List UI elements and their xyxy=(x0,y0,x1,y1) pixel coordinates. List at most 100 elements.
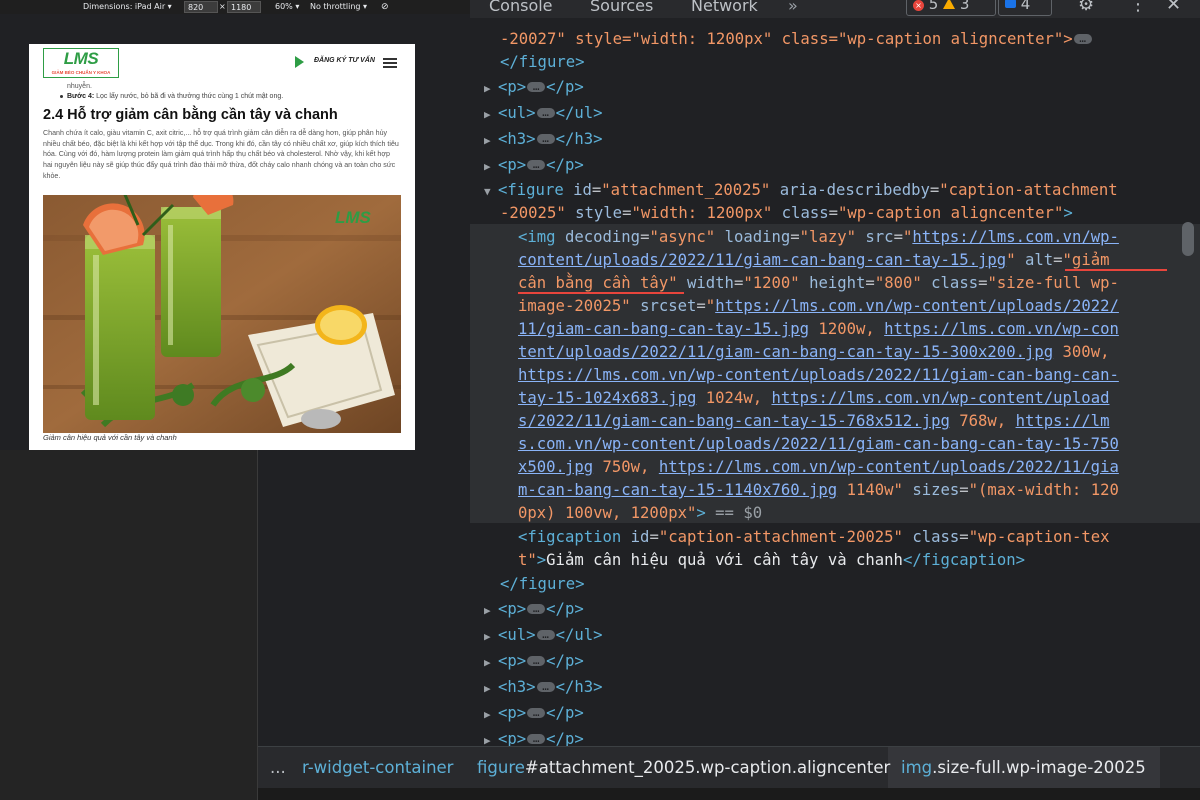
rotate-icon[interactable]: ⊘ xyxy=(381,0,389,14)
src-link[interactable]: https://lms.com.vn/wp- xyxy=(912,228,1119,246)
expand-triangle-icon[interactable]: ▶ xyxy=(484,129,498,152)
code-line[interactable]: tent/uploads/2022/11/giam-can-bang-can-t… xyxy=(518,341,1109,364)
collapsed-ellipsis[interactable] xyxy=(536,675,555,698)
tab-console[interactable]: Console xyxy=(489,0,553,15)
throttling-select[interactable]: No throttling ▾ xyxy=(310,0,367,14)
expand-triangle-icon[interactable]: ▶ xyxy=(484,77,498,100)
collapsed-ellipsis[interactable] xyxy=(527,597,546,620)
src-link[interactable]: content/uploads/2022/11/giam-can-bang-ca… xyxy=(518,251,1006,269)
srcset-link[interactable]: https://lms.com.vn/wp-content/uploads/20… xyxy=(518,366,1119,384)
code-line[interactable]: https://lms.com.vn/wp-content/uploads/20… xyxy=(518,364,1119,387)
expand-triangle-icon[interactable]: ▶ xyxy=(484,103,498,126)
expand-triangle-icon[interactable]: ▶ xyxy=(484,729,498,746)
code-line[interactable]: m-can-bang-can-tay-15-1140x760.jpg 1140w… xyxy=(518,479,1119,502)
code-line[interactable]: ▶<h3></h3> xyxy=(484,675,603,700)
breadcrumb-figure[interactable]: figure#attachment_20025.wp-caption.align… xyxy=(477,758,890,777)
collapsed-ellipsis[interactable] xyxy=(527,727,546,746)
code-line[interactable]: ▶<p></p> xyxy=(484,727,584,746)
expand-triangle-icon[interactable]: ▶ xyxy=(484,155,498,178)
tab-sources[interactable]: Sources xyxy=(590,0,653,15)
srcset-link[interactable]: https://lms.com.vn/wp-con xyxy=(884,320,1119,338)
device-select[interactable]: Dimensions: iPad Air ▾ xyxy=(83,0,172,14)
attr-name: sizes xyxy=(912,481,960,499)
code-line[interactable]: image-20025" srcset="https://lms.com.vn/… xyxy=(518,295,1119,318)
srcset-link[interactable]: https://lm xyxy=(1016,412,1110,430)
expand-triangle-icon[interactable]: ▶ xyxy=(484,599,498,622)
expand-triangle-icon[interactable]: ▶ xyxy=(484,625,498,648)
expand-triangle-icon[interactable]: ▶ xyxy=(484,651,498,674)
hamburger-menu-icon[interactable] xyxy=(383,58,397,68)
code-line[interactable]: </figure> xyxy=(500,573,585,596)
bullet-dot xyxy=(60,95,63,98)
code-line[interactable]: ▶<p></p> xyxy=(484,649,584,674)
page-preview[interactable]: LMS GIẢM BÉO CHUẨN Y KHOA ĐĂNG KÝ TƯ VẤN… xyxy=(29,44,415,450)
srcset-link[interactable]: x500.jpg xyxy=(518,458,593,476)
code-line[interactable]: -20027" style="width: 1200px" class="wp-… xyxy=(500,27,1093,51)
srcset-link[interactable]: tent/uploads/2022/11/giam-can-bang-can-t… xyxy=(518,343,1053,361)
code-line[interactable]: <img decoding="async" loading="lazy" src… xyxy=(518,226,1119,249)
dom-breadcrumb: ... r-widget-container figure#attachment… xyxy=(258,746,1200,789)
code-line[interactable]: ▶<p></p> xyxy=(484,701,584,726)
code-line[interactable]: ▶<p></p> xyxy=(484,75,584,100)
srcset-link[interactable]: 11/giam-can-bang-can-tay-15.jpg xyxy=(518,320,809,338)
tag-name: h3 xyxy=(574,130,594,148)
code-line[interactable]: content/uploads/2022/11/giam-can-bang-ca… xyxy=(518,249,1110,272)
code-line[interactable]: 11/giam-can-bang-can-tay-15.jpg 1200w, h… xyxy=(518,318,1119,341)
code-line[interactable]: <figcaption id="caption-attachment-20025… xyxy=(518,526,1110,549)
gear-icon[interactable]: ⚙ xyxy=(1078,0,1094,15)
close-icon[interactable]: ✕ xyxy=(1166,0,1181,15)
collapsed-ellipsis[interactable] xyxy=(1073,27,1092,50)
srcset-link[interactable]: s.com.vn/wp-content/uploads/2022/11/giam… xyxy=(518,435,1119,453)
collapsed-ellipsis[interactable] xyxy=(527,701,546,724)
collapsed-ellipsis[interactable] xyxy=(536,623,555,646)
kebab-menu-icon[interactable]: ⋮ xyxy=(1129,0,1147,15)
code-line[interactable]: t">Giảm cân hiệu quả với cần tây và chan… xyxy=(518,549,1025,572)
collapsed-ellipsis[interactable] xyxy=(527,649,546,672)
breadcrumb-img[interactable]: img.size-full.wp-image-20025 xyxy=(901,758,1146,777)
expand-triangle-icon[interactable]: ▶ xyxy=(484,703,498,726)
srcset-link[interactable]: tay-15-1024x683.jpg xyxy=(518,389,696,407)
code-line[interactable]: tay-15-1024x683.jpg 1024w, https://lms.c… xyxy=(518,387,1109,410)
code-line[interactable]: s/2022/11/giam-can-bang-can-tay-15-768x5… xyxy=(518,410,1109,433)
site-logo[interactable]: LMS GIẢM BÉO CHUẨN Y KHOA xyxy=(43,48,119,78)
srcset-link[interactable]: m-can-bang-can-tay-15-1140x760.jpg xyxy=(518,481,837,499)
breadcrumb-widget-container[interactable]: r-widget-container xyxy=(302,758,453,777)
code-line[interactable]: s.com.vn/wp-content/uploads/2022/11/giam… xyxy=(518,433,1119,456)
code-line[interactable]: ▶<ul></ul> xyxy=(484,101,603,126)
more-tabs-icon[interactable]: » xyxy=(788,0,798,15)
code-line[interactable]: 0px) 100vw, 1200px"> == $0 xyxy=(518,502,762,525)
height-input[interactable]: 1180 xyxy=(227,1,261,13)
srcset-link[interactable]: https://lms.com.vn/wp-content/upload xyxy=(772,389,1110,407)
collapsed-ellipsis[interactable] xyxy=(527,153,546,176)
code-line[interactable]: </figure> xyxy=(500,51,585,74)
devtools-tabbar: Console Sources Network » × 5 3 4 ⚙ ⋮ ✕ xyxy=(470,0,1200,18)
crumb-text: r-widget-container xyxy=(302,758,454,777)
code-line[interactable]: ▶<ul></ul> xyxy=(484,623,603,648)
srcset-link[interactable]: https://lms.com.vn/wp-content/uploads/20… xyxy=(659,458,1119,476)
code-line[interactable]: ▶<h3></h3> xyxy=(484,127,603,152)
collapsed-ellipsis[interactable] xyxy=(536,127,555,150)
srcset-link[interactable]: s/2022/11/giam-can-bang-can-tay-15-768x5… xyxy=(518,412,950,430)
code-line[interactable]: x500.jpg 750w, https://lms.com.vn/wp-con… xyxy=(518,456,1119,479)
tag-name: p xyxy=(564,156,575,174)
attr-value: "(max-width: 120 xyxy=(968,481,1119,499)
srcset-link[interactable]: https://lms.com.vn/wp-content/uploads/20… xyxy=(715,297,1119,315)
expand-triangle-icon[interactable]: ▶ xyxy=(484,677,498,700)
issues-badge[interactable]: × 5 3 xyxy=(906,0,996,16)
logo-subtitle: GIẢM BÉO CHUẨN Y KHOA xyxy=(51,70,111,75)
breadcrumb-more[interactable]: ... xyxy=(270,758,286,777)
code-line[interactable]: ▶<p></p> xyxy=(484,153,584,178)
collapsed-ellipsis[interactable] xyxy=(536,101,555,124)
width-input[interactable]: 820 xyxy=(184,1,218,13)
tag-name: h3 xyxy=(507,130,527,148)
code-line[interactable]: ▼ <figure id="attachment_20025" aria-desc… xyxy=(484,179,1118,202)
code-line[interactable]: ▶<p></p> xyxy=(484,597,584,622)
code-line[interactable]: -20025" style="width: 1200px" class="wp-… xyxy=(500,202,1073,225)
zoom-select[interactable]: 60% ▾ xyxy=(275,0,299,14)
collapsed-ellipsis[interactable] xyxy=(527,75,546,98)
elements-scrollbar[interactable] xyxy=(1182,222,1194,256)
tag-name: figcaption xyxy=(527,528,622,546)
collapse-triangle-icon[interactable]: ▼ xyxy=(484,180,498,203)
tab-network[interactable]: Network xyxy=(691,0,758,15)
messages-badge[interactable]: 4 xyxy=(998,0,1052,16)
